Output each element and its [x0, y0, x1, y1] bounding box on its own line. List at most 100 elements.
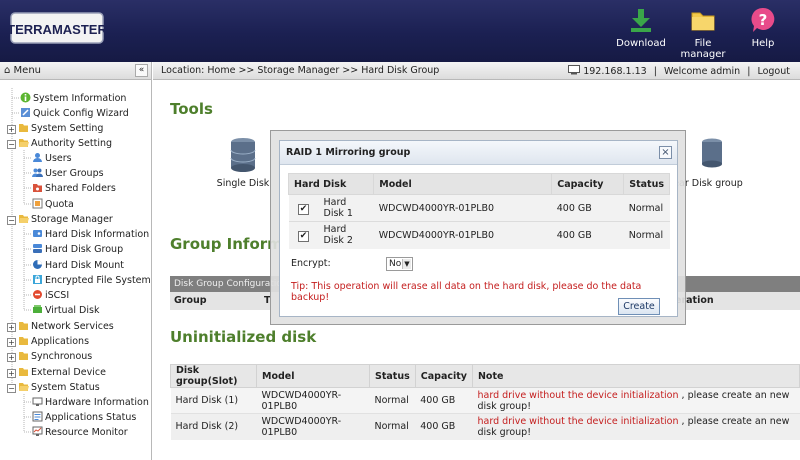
- expand-icon[interactable]: +: [7, 353, 16, 362]
- status-cell: Normal: [623, 221, 670, 249]
- download-button[interactable]: Download: [611, 6, 671, 58]
- location-bar: Location: Home >> Storage Manager >> Har…: [153, 62, 800, 80]
- note-warning: hard drive without the device initializa…: [477, 389, 679, 401]
- file-manager-label: File manager: [680, 38, 726, 60]
- column-header: Model: [373, 173, 553, 195]
- sidebar-item-resource-monitor[interactable]: Resource Monitor: [32, 425, 128, 440]
- server-icon: [568, 65, 581, 75]
- folder-icon: [19, 322, 28, 330]
- users-icon: [32, 168, 43, 177]
- capacity-cell: 400 GB: [551, 194, 624, 222]
- sidebar-item-applications[interactable]: + Applications: [7, 334, 89, 349]
- sidebar-item-quota[interactable]: Quota: [32, 197, 74, 212]
- uninitialized-disk-table: Disk group(Slot) Model Status Capacity N…: [170, 364, 800, 440]
- hardware-icon: [32, 397, 43, 406]
- note-cell: hard drive without the device initializa…: [472, 413, 800, 440]
- raid1-mirroring-dialog: RAID 1 Mirroring group × Hard Disk Model…: [279, 140, 678, 317]
- welcome-text: Welcome admin: [663, 66, 741, 77]
- note-warning: hard drive without the device initializa…: [477, 415, 679, 427]
- help-icon: ?: [751, 7, 775, 32]
- table-row: ✔ Hard Disk 2 WDCWD4000YR-01PLB0 400 GB …: [288, 221, 670, 249]
- column-header: Capacity: [551, 173, 625, 195]
- logout-link[interactable]: Logout: [757, 66, 790, 77]
- status-cell: Normal: [623, 194, 670, 222]
- separator: |: [747, 66, 751, 77]
- expand-icon[interactable]: +: [7, 338, 16, 347]
- disk-stack-icon: [230, 138, 256, 172]
- table-header-row: Disk group(Slot) Model Status Capacity N…: [170, 364, 800, 388]
- model-cell: WDCWD4000YR-01PLB0: [373, 221, 552, 249]
- sidebar-item-external-device[interactable]: + External Device: [7, 365, 106, 380]
- tools-title: Tools: [170, 100, 213, 118]
- expand-icon[interactable]: +: [7, 125, 16, 134]
- sidebar-item-hardware-information[interactable]: Hardware Information: [32, 395, 149, 410]
- sidebar-item-system-setting[interactable]: + System Setting: [7, 121, 103, 136]
- help-label: Help: [751, 38, 775, 49]
- help-button[interactable]: ? Help: [733, 6, 793, 58]
- app-header: TERRAMASTER Download File manager ? Help: [0, 0, 800, 62]
- table-header-row: Hard Disk Model Capacity Status: [287, 173, 670, 195]
- folder-icon: [19, 337, 28, 345]
- sidebar-item-applications-status[interactable]: Applications Status: [32, 410, 136, 425]
- capacity-cell: 400 GB: [415, 413, 473, 440]
- user-icon: [33, 153, 42, 162]
- wizard-icon: [21, 108, 30, 117]
- capacity-cell: 400 GB: [551, 221, 624, 249]
- folder-open-icon: [19, 215, 29, 223]
- capacity-cell: 400 GB: [415, 387, 473, 414]
- model-cell: WDCWD4000YR-01PLB0: [256, 413, 370, 440]
- virtual-disk-icon: [33, 305, 42, 313]
- folder-icon: [691, 12, 715, 31]
- column-header: Note: [471, 364, 800, 388]
- svg-text:?: ?: [759, 11, 768, 29]
- sidebar-item-hard-disk-information[interactable]: Hard Disk Information: [32, 227, 149, 242]
- sidebar-item-hard-disk-group[interactable]: Hard Disk Group: [32, 242, 123, 257]
- encrypt-select[interactable]: No ▼: [386, 257, 413, 271]
- sidebar-item-authority-setting[interactable]: − Authority Setting: [7, 136, 112, 151]
- hard-disk-2-checkbox[interactable]: ✔: [298, 230, 309, 242]
- sidebar-item-users[interactable]: Users: [32, 151, 72, 166]
- sidebar-item-hard-disk-mount[interactable]: Hard Disk Mount: [32, 258, 124, 273]
- hard-disk-1-checkbox[interactable]: ✔: [298, 203, 309, 215]
- status-cell: Normal: [369, 413, 416, 440]
- raid-dialog-overlay: RAID 1 Mirroring group × Hard Disk Model…: [270, 130, 686, 325]
- sidebar-item-system-information[interactable]: System Information: [20, 91, 126, 106]
- table-row[interactable]: Hard Disk (2) WDCWD4000YR-01PLB0 Normal …: [170, 413, 800, 440]
- collapse-icon[interactable]: −: [7, 216, 16, 225]
- folder-open-icon: [19, 139, 29, 147]
- terramaster-logo: TERRAMASTER: [10, 12, 104, 44]
- sidebar-item-user-groups[interactable]: User Groups: [32, 166, 104, 181]
- expand-icon[interactable]: +: [7, 369, 16, 378]
- app-status-icon: [32, 411, 43, 422]
- sidebar-item-system-status[interactable]: − System Status: [7, 380, 100, 395]
- col-group: Group: [174, 295, 207, 306]
- disk-cell: Hard Disk 1: [318, 194, 374, 222]
- sidebar-item-quick-config-wizard[interactable]: Quick Config Wizard: [20, 106, 129, 121]
- folder-icon: [19, 368, 28, 376]
- model-cell: WDCWD4000YR-01PLB0: [373, 194, 552, 222]
- download-icon: [631, 9, 651, 32]
- collapse-icon[interactable]: −: [7, 140, 16, 149]
- sidebar-item-network-services[interactable]: + Network Services: [7, 319, 114, 334]
- sidebar-item-encrypted-file-system[interactable]: Encrypted File System: [32, 273, 151, 288]
- single-disk-tool[interactable]: Single Disk: [213, 136, 273, 189]
- group-information-title: Group Inform: [170, 235, 283, 253]
- file-manager-button[interactable]: File manager: [673, 6, 733, 60]
- collapse-icon[interactable]: −: [7, 384, 16, 393]
- table-row[interactable]: Hard Disk (1) WDCWD4000YR-01PLB0 Normal …: [170, 387, 800, 414]
- column-header: Model: [256, 364, 370, 388]
- close-icon[interactable]: ×: [659, 146, 672, 159]
- sidebar-item-storage-manager[interactable]: − Storage Manager: [7, 212, 113, 227]
- sidebar-item-iscsi[interactable]: iSCSI: [32, 288, 69, 303]
- expand-icon[interactable]: +: [7, 323, 16, 332]
- single-disk-label: Single Disk: [216, 178, 270, 189]
- shared-folder-icon: [33, 184, 42, 192]
- collapse-menu-button[interactable]: «: [135, 64, 148, 77]
- create-button[interactable]: Create: [618, 298, 660, 315]
- sidebar-item-virtual-disk[interactable]: Virtual Disk: [32, 303, 99, 318]
- sidebar-item-shared-folders[interactable]: Shared Folders: [32, 181, 116, 196]
- info-icon: [20, 92, 31, 103]
- sidebar-item-synchronous[interactable]: + Synchronous: [7, 349, 92, 364]
- column-header: Disk group(Slot): [170, 364, 257, 388]
- menu-title-bar: ⌂ Menu «: [0, 62, 152, 80]
